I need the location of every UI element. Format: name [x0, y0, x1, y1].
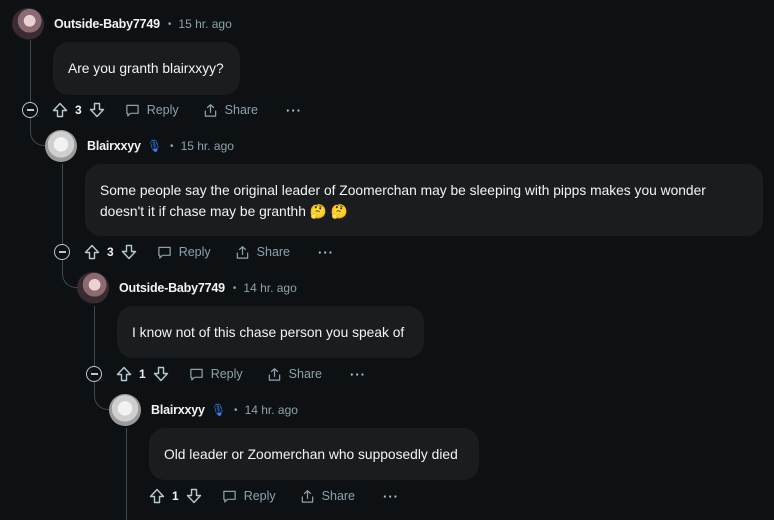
vote-score: 3: [75, 103, 82, 117]
more-options-button[interactable]: ···: [318, 245, 334, 260]
avatar[interactable]: [77, 272, 109, 304]
downvote-icon[interactable]: [89, 102, 105, 118]
downvote-icon[interactable]: [186, 488, 202, 504]
reply-button[interactable]: Reply: [189, 367, 243, 382]
share-label: Share: [224, 103, 259, 117]
comment-text: Some people say the original leader of Z…: [100, 183, 706, 219]
vote-control: 1: [149, 488, 202, 504]
vote-control: 1: [116, 366, 169, 382]
more-options-button[interactable]: ···: [350, 367, 366, 382]
share-label: Share: [321, 489, 356, 503]
comment-bubble: I know not of this chase person you spea…: [117, 306, 424, 358]
share-icon: [301, 489, 313, 503]
comment-bubble: Some people say the original leader of Z…: [85, 164, 763, 236]
timestamp[interactable]: 15 hr. ago: [181, 139, 234, 153]
comment-actions: 3 Reply Share ···: [22, 99, 302, 121]
downvote-icon[interactable]: [121, 244, 137, 260]
collapse-thread-button[interactable]: [22, 102, 38, 118]
share-button[interactable]: Share: [235, 245, 290, 260]
thread-curve: [94, 392, 110, 410]
share-button[interactable]: Share: [203, 103, 258, 118]
comment-actions: 1 Reply Share ···: [86, 363, 366, 385]
reply-label: Reply: [210, 367, 243, 381]
comment-bubble: Are you granth blairxxyy?: [53, 42, 240, 95]
vote-score: 3: [107, 245, 114, 259]
share-label: Share: [256, 245, 291, 259]
microphone-icon: 🎙: [146, 139, 163, 153]
separator-dot: •: [167, 18, 172, 30]
share-button[interactable]: Share: [267, 367, 322, 382]
comment-text: Old leader or Zoomerchan who supposedly …: [164, 446, 458, 462]
thread-line: [126, 428, 127, 520]
reply-label: Reply: [146, 103, 179, 117]
upvote-icon[interactable]: [149, 488, 165, 504]
more-options-button[interactable]: ···: [383, 489, 399, 504]
thread-curve: [62, 270, 78, 288]
comment-header: Outside-Baby7749 • 14 hr. ago: [77, 272, 297, 304]
microphone-icon: 🎙: [210, 403, 227, 417]
share-button[interactable]: Share: [300, 489, 355, 504]
comment-header: Blairxxyy 🎙 • 15 hr. ago: [45, 130, 234, 162]
vote-control: 3: [52, 102, 105, 118]
comment-actions: 1 Reply Share ···: [149, 485, 399, 507]
upvote-icon[interactable]: [116, 366, 132, 382]
collapse-thread-button[interactable]: [86, 366, 102, 382]
comment-text: Are you granth blairxxyy?: [68, 61, 224, 76]
vote-score: 1: [172, 489, 179, 503]
separator-dot: •: [232, 282, 237, 294]
thread-line: [94, 306, 95, 366]
thread-curve: [30, 128, 46, 146]
avatar[interactable]: [45, 130, 77, 162]
vote-score: 1: [139, 367, 146, 381]
separator-dot: •: [170, 140, 174, 152]
comment-thread: Outside-Baby7749 • 15 hr. ago Are you gr…: [0, 0, 774, 520]
username[interactable]: Blairxxyy: [87, 139, 141, 153]
reply-button[interactable]: Reply: [157, 245, 211, 260]
username[interactable]: Outside-Baby7749: [119, 281, 225, 295]
separator-dot: •: [234, 404, 238, 416]
reply-icon: [157, 246, 171, 259]
reply-icon: [222, 490, 236, 503]
more-options-button[interactable]: ···: [286, 103, 302, 118]
avatar[interactable]: [12, 8, 44, 40]
vote-control: 3: [84, 244, 137, 260]
share-icon: [236, 245, 248, 259]
comment-header: Blairxxyy 🎙 • 14 hr. ago: [109, 394, 298, 426]
timestamp[interactable]: 15 hr. ago: [178, 17, 231, 31]
reply-button[interactable]: Reply: [125, 103, 179, 118]
share-icon: [268, 367, 280, 381]
username[interactable]: Blairxxyy: [151, 403, 205, 417]
reply-icon: [125, 104, 139, 117]
comment-text: I know not of this chase person you spea…: [132, 324, 405, 340]
comment-header: Outside-Baby7749 • 15 hr. ago: [12, 8, 232, 40]
reply-label: Reply: [178, 245, 211, 259]
share-label: Share: [288, 367, 323, 381]
collapse-thread-button[interactable]: [54, 244, 70, 260]
avatar[interactable]: [109, 394, 141, 426]
upvote-icon[interactable]: [84, 244, 100, 260]
comment-bubble: Old leader or Zoomerchan who supposedly …: [149, 428, 479, 480]
thread-line: [62, 164, 63, 244]
username[interactable]: Outside-Baby7749: [54, 17, 160, 31]
thread-line: [30, 40, 31, 102]
share-icon: [204, 103, 216, 117]
upvote-icon[interactable]: [52, 102, 68, 118]
downvote-icon[interactable]: [153, 366, 169, 382]
timestamp[interactable]: 14 hr. ago: [245, 403, 298, 417]
reply-label: Reply: [243, 489, 276, 503]
reply-button[interactable]: Reply: [222, 489, 276, 504]
reply-icon: [189, 368, 203, 381]
comment-actions: 3 Reply Share ···: [54, 241, 334, 263]
timestamp[interactable]: 14 hr. ago: [243, 281, 296, 295]
